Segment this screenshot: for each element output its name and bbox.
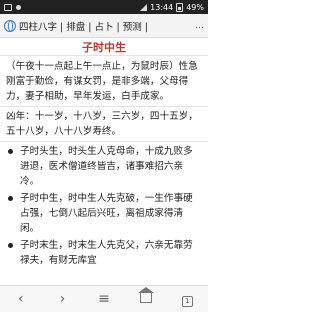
notification-icon xyxy=(4,3,12,11)
signal-icon xyxy=(140,3,148,11)
url-bar[interactable]: 四柱八字 | 排盘 | 占卜 | 预测 | … xyxy=(0,14,208,38)
menu-button[interactable]: ≡ xyxy=(92,289,116,309)
battery-level: 49% xyxy=(186,2,204,12)
divider xyxy=(0,106,208,107)
back-button[interactable]: ‹ xyxy=(9,289,33,309)
url-text[interactable]: 四柱八字 | 排盘 | 占卜 | 预测 | xyxy=(19,19,192,33)
article: 子时中生 （午夜十一点起上午一点止，为鼠时辰）性急刚富于勤俭，有谋女罚，是非多端… xyxy=(0,38,208,285)
divider xyxy=(0,141,208,142)
home-icon xyxy=(137,287,154,303)
list-item: 子时末生，时末生人先克父，六亲无靠劳禄夫，有财无库宜 xyxy=(6,238,202,268)
status-right: 13:44 49% xyxy=(140,2,204,12)
article-body: （午夜十一点起上午一点止，为鼠时辰）性急刚富于勤俭，有谋女罚，是非多端，父母得力… xyxy=(0,56,208,268)
browser-nav-bar: ‹ › ≡ 1 xyxy=(0,285,208,312)
status-left xyxy=(4,3,21,11)
home-button[interactable] xyxy=(134,287,158,309)
globe-icon xyxy=(4,19,16,32)
bullet-list: 子时头生，时头生人克母命，十成九败多进退，医术僧道终皆吉，诸事难招六亲冷。 子时… xyxy=(6,144,202,268)
intro-paragraph: （午夜十一点起上午一点止，为鼠时辰）性急刚富于勤俭，有谋女罚，是非多端，父母得力… xyxy=(6,61,198,102)
tab-count: 1 xyxy=(181,296,193,307)
tabs-button[interactable]: 1 xyxy=(175,289,199,309)
status-bar: 13:44 49% xyxy=(0,0,208,14)
time: 13:44 xyxy=(150,2,174,12)
url-more: … xyxy=(195,20,204,31)
article-title: 子时中生 xyxy=(82,40,126,54)
list-item: 子时中生，时中生人先克破，一生作事硬占强，七倒八起后兴旺，离祖成家得清闲。 xyxy=(6,191,202,236)
app-icon xyxy=(16,4,21,10)
lifespan-paragraph: 凶年：十一岁，十八岁，三六岁，四十五岁，五十八岁，八十八岁寿终。 xyxy=(6,111,198,137)
list-item: 子时头生，时头生人克母命，十成九败多进退，医术僧道终皆吉，诸事难招六亲冷。 xyxy=(6,144,202,189)
battery-icon xyxy=(176,2,184,12)
forward-button[interactable]: › xyxy=(50,289,74,309)
title-row: 子时中生 xyxy=(0,38,208,56)
